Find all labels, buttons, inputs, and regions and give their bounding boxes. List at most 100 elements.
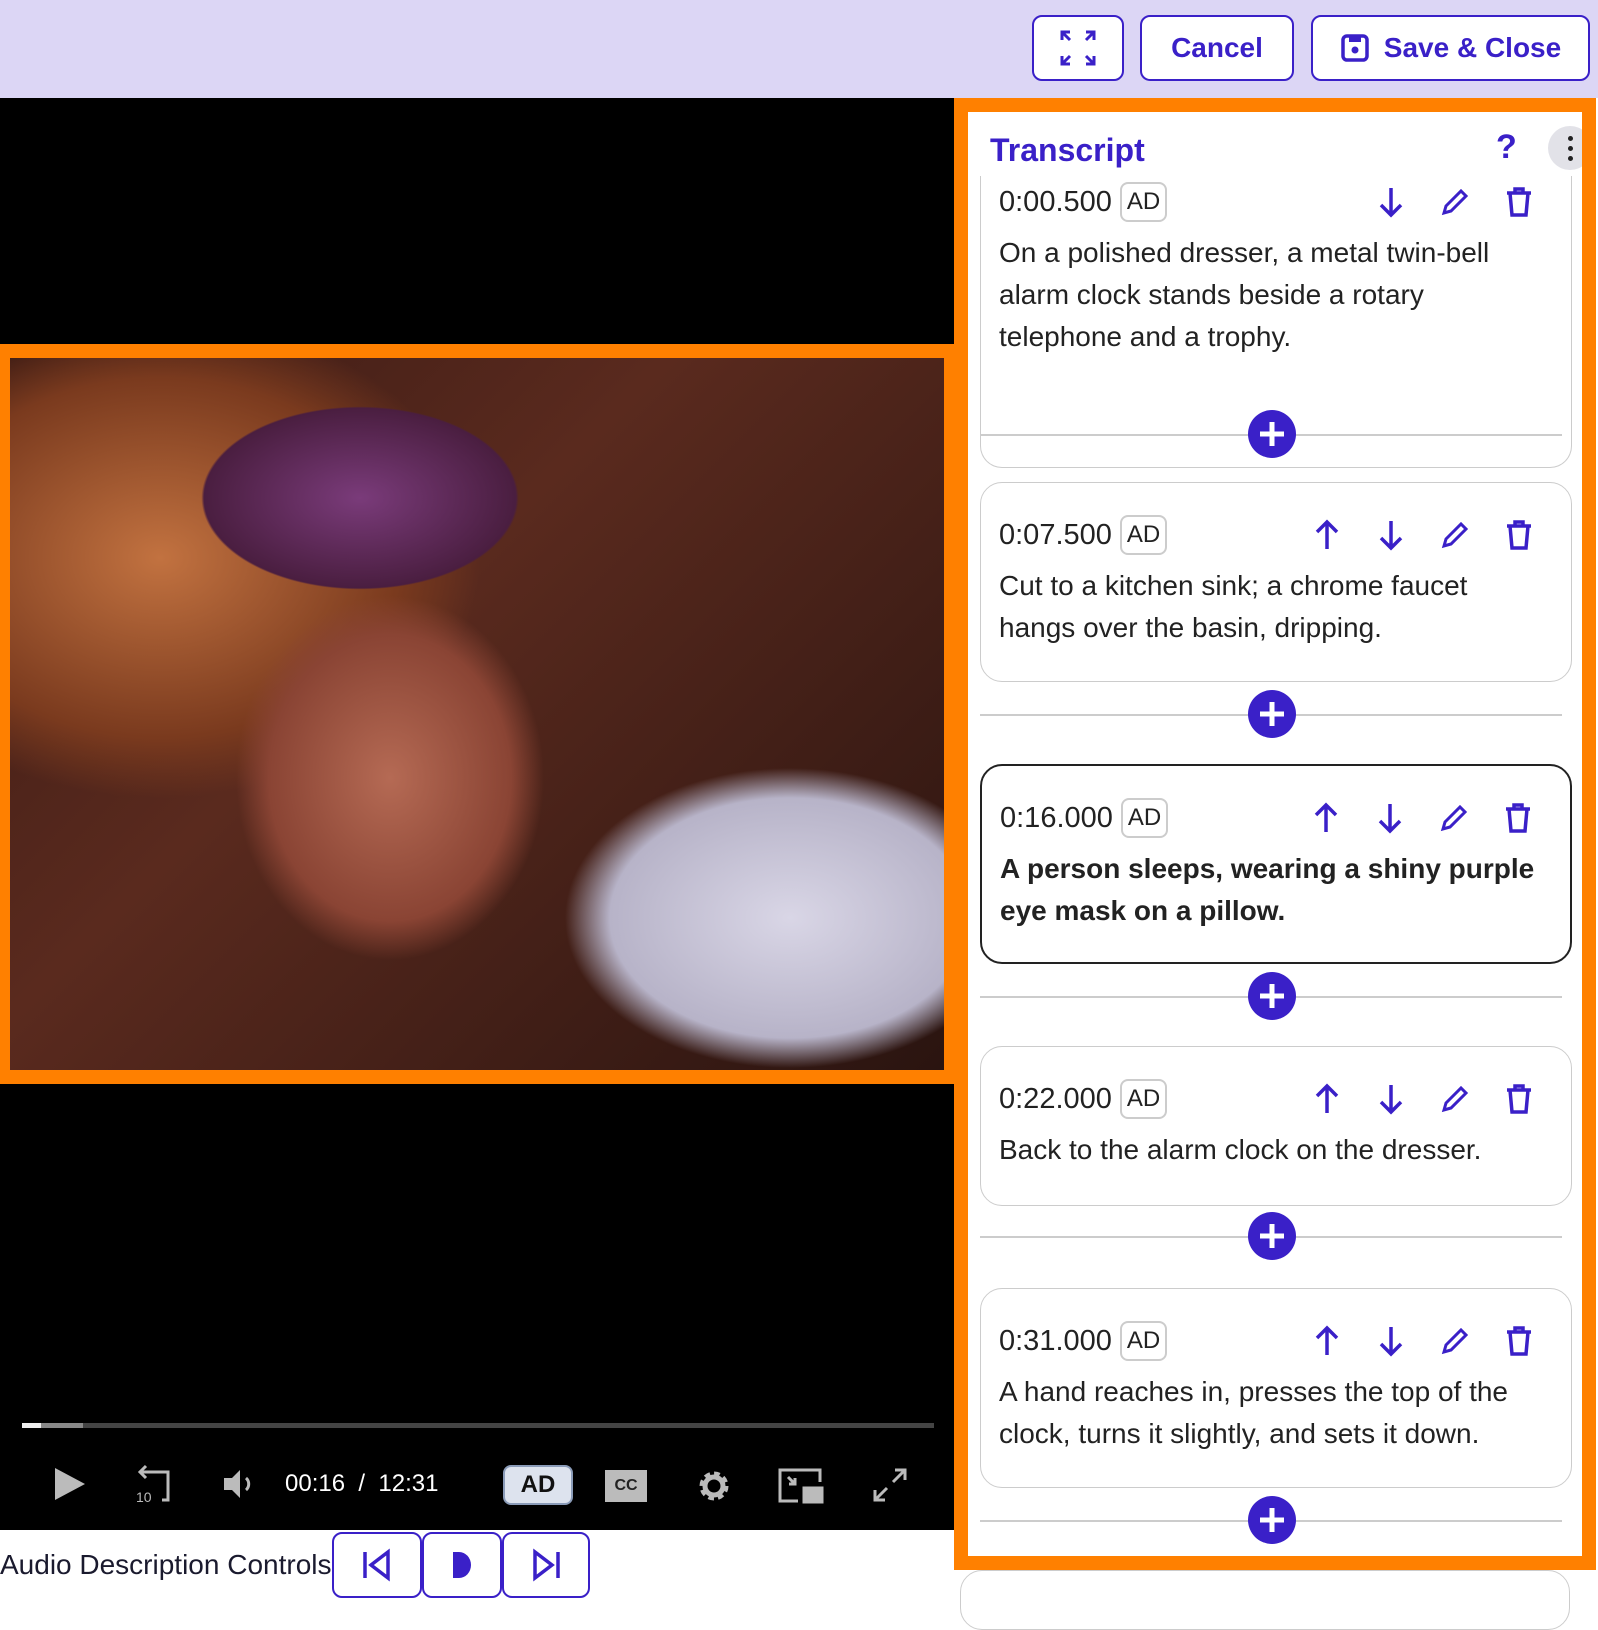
video-frame [0,344,954,1084]
pip-icon [778,1468,824,1504]
transcript-entry[interactable]: 0:31.000 AD A hand reaches in, presses th… [980,1288,1572,1488]
time-display: 00:16 / 12:31 [285,1470,438,1498]
move-down-icon[interactable] [1375,186,1407,218]
entry-timestamp: 0:31.000 [999,1324,1112,1357]
plus-icon [1260,422,1284,446]
rewind-icon: 10 [136,1464,170,1505]
expand-button[interactable] [1032,15,1124,81]
captions-button[interactable]: CC [605,1470,647,1502]
entry-header: 0:07.500 AD [999,515,1168,555]
volume-icon [224,1470,251,1498]
move-up-icon[interactable] [1311,1083,1343,1115]
save-close-button[interactable]: Save & Close [1311,15,1590,81]
gear-icon [699,1471,729,1501]
move-down-icon[interactable] [1375,519,1407,551]
seek-bar[interactable] [22,1423,934,1428]
delete-icon[interactable] [1503,1325,1535,1357]
transcript-entry[interactable]: 0:22.000 AD Back to the alarm clock on th… [980,1046,1572,1206]
svg-text:10: 10 [136,1489,152,1505]
time-separator: / [358,1470,366,1497]
entry-timestamp: 0:07.500 [999,518,1112,551]
delete-icon[interactable] [1502,802,1534,834]
volume-button[interactable] [220,1462,260,1506]
current-time: 00:16 [285,1470,346,1497]
entry-text[interactable]: A person sleeps, wearing a shiny purple … [1000,848,1546,932]
ad-controls-label: Audio Description Controls [0,1549,332,1580]
settings-button[interactable] [694,1466,734,1506]
plus-icon [1260,1224,1284,1248]
more-options-button[interactable] [1548,126,1582,170]
add-entry-button[interactable] [1248,690,1296,738]
fullscreen-icon [873,1468,907,1502]
transcript-entry[interactable]: 0:07.500 AD Cut to a kitchen sink; a chro… [980,482,1572,682]
move-down-icon[interactable] [1374,802,1406,834]
entry-text[interactable]: On a polished dresser, a metal twin-bell… [999,232,1547,358]
move-up-icon[interactable] [1310,802,1342,834]
skip-previous-icon [362,1548,390,1582]
cancel-button[interactable]: Cancel [1140,15,1294,81]
move-up-icon[interactable] [1311,519,1343,551]
play-icon [55,1468,85,1500]
help-button[interactable]: ? [1496,128,1517,167]
next-description-button[interactable] [501,1532,590,1598]
play-description-button[interactable] [421,1532,502,1598]
duration: 12:31 [378,1470,439,1497]
audio-description-button[interactable]: AD [503,1465,573,1505]
delete-icon[interactable] [1503,1083,1535,1115]
entry-actions [1311,1083,1535,1115]
entry-actions [1375,186,1535,218]
save-icon [1341,34,1369,62]
entry-timestamp: 0:00.500 [999,185,1112,218]
add-entry-button[interactable] [1248,972,1296,1020]
entry-type-badge: AD [1119,1079,1168,1119]
move-up-icon[interactable] [1311,1325,1343,1357]
skip-next-icon [532,1548,560,1582]
move-down-icon[interactable] [1375,1325,1407,1357]
plus-icon [1260,984,1284,1008]
entry-header: 0:16.000 AD [1000,798,1169,838]
plus-icon [1260,1508,1284,1532]
dot-icon [1567,155,1573,161]
edit-icon[interactable] [1438,802,1470,834]
audio-description-controls: Audio Description Controls [0,1530,590,1600]
transcript-entry-next[interactable] [960,1570,1570,1630]
entry-type-badge: AD [1119,182,1168,222]
transcript-panel: Transcript ? 0:00.500 AD On a polished dr… [954,98,1596,1570]
entry-text[interactable]: A hand reaches in, presses the top of th… [999,1371,1547,1455]
move-down-icon[interactable] [1375,1083,1407,1115]
fullscreen-button[interactable] [872,1466,908,1504]
expand-icon [1060,30,1096,66]
play-icon [452,1552,471,1578]
entry-timestamp: 0:16.000 [1000,801,1113,834]
play-button[interactable] [50,1462,90,1506]
picture-in-picture-button[interactable] [778,1466,824,1506]
previous-description-button[interactable] [331,1532,422,1598]
entry-text[interactable]: Cut to a kitchen sink; a chrome faucet h… [999,565,1547,649]
add-entry-button[interactable] [1248,1496,1296,1544]
entry-actions [1310,802,1534,834]
plus-icon [1260,702,1284,726]
entry-text[interactable]: Back to the alarm clock on the dresser. [999,1129,1547,1171]
transcript-entry[interactable]: 0:16.000 AD A person sleeps, wearing a sh… [980,764,1572,964]
dot-icon [1567,135,1573,141]
entry-header: 0:22.000 AD [999,1079,1168,1119]
edit-icon[interactable] [1439,186,1471,218]
edit-icon[interactable] [1439,1083,1471,1115]
top-bar: Cancel Save & Close [0,0,1598,98]
transcript-title: Transcript [990,132,1145,168]
entry-actions [1311,519,1535,551]
entry-type-badge: AD [1119,515,1168,555]
add-entry-button[interactable] [1248,410,1296,458]
entry-header: 0:31.000 AD [999,1321,1168,1361]
delete-icon[interactable] [1503,186,1535,218]
video-image [10,358,944,1070]
edit-icon[interactable] [1439,519,1471,551]
rewind-button[interactable]: 10 [132,1462,176,1506]
add-entry-button[interactable] [1248,1212,1296,1260]
entry-type-badge: AD [1119,1321,1168,1361]
entry-type-badge: AD [1120,798,1169,838]
delete-icon[interactable] [1503,519,1535,551]
edit-icon[interactable] [1439,1325,1471,1357]
save-close-label: Save & Close [1383,32,1562,63]
entry-actions [1311,1325,1535,1357]
